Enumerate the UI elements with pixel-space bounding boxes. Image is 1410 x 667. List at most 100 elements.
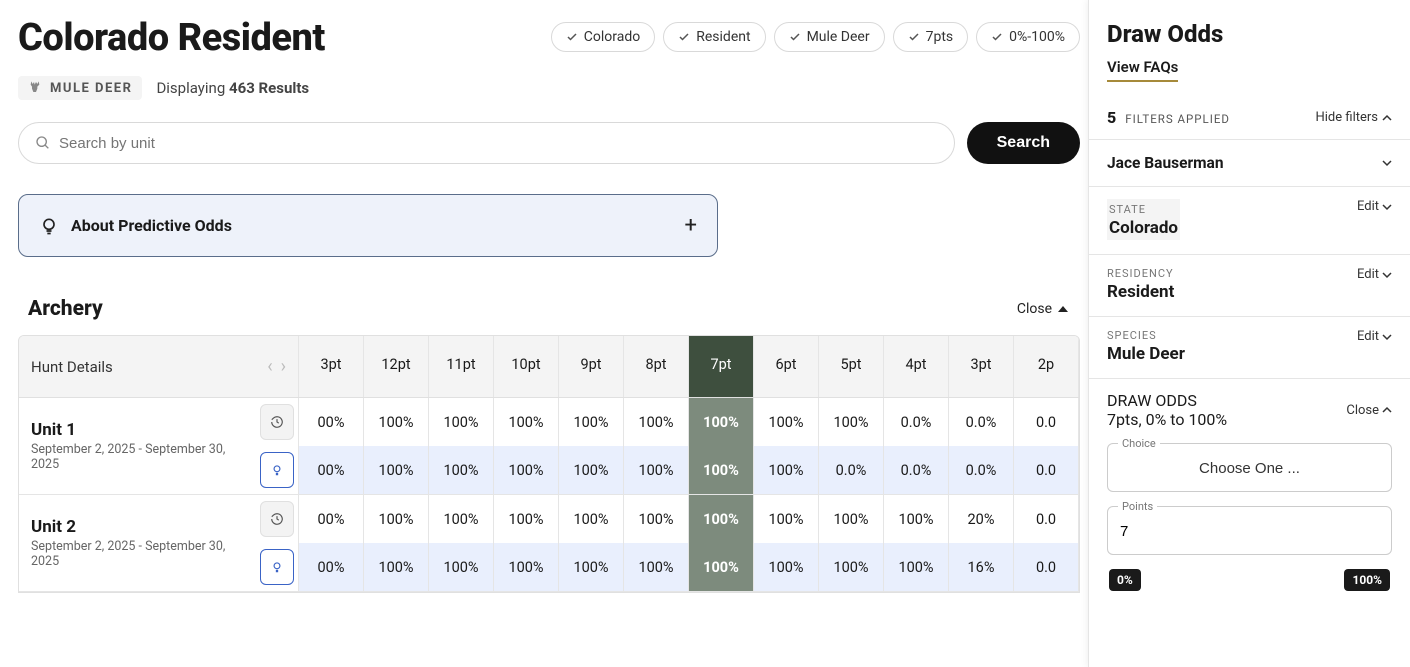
history-button[interactable]: [260, 404, 294, 440]
column-header[interactable]: 11pt: [429, 336, 494, 397]
column-header[interactable]: 9pt: [559, 336, 624, 397]
results-count: Displaying 463 Results: [156, 79, 309, 97]
predictive-button[interactable]: [260, 549, 294, 585]
filter-chips: Colorado Resident Mule Deer 7pts0%-100%: [551, 22, 1080, 52]
edit-species[interactable]: Edit: [1357, 329, 1392, 344]
chevron-up-icon: [1382, 113, 1392, 123]
odds-cell[interactable]: 100%: [819, 398, 884, 446]
prev-columns[interactable]: ‹: [267, 356, 272, 377]
column-header[interactable]: 4pt: [884, 336, 949, 397]
odds-cell[interactable]: 100%: [494, 398, 559, 446]
edit-state[interactable]: Edit: [1357, 199, 1392, 214]
odds-cell[interactable]: 0.0: [1014, 495, 1079, 543]
odds-cell[interactable]: 100%: [494, 543, 559, 591]
odds-cell[interactable]: 00%: [299, 398, 364, 446]
odds-cell[interactable]: 100%: [559, 398, 624, 446]
deer-icon: [28, 80, 44, 96]
column-header[interactable]: 6pt: [754, 336, 819, 397]
column-header[interactable]: 10pt: [494, 336, 559, 397]
odds-cell[interactable]: 100%: [494, 495, 559, 543]
odds-cell[interactable]: 100%: [624, 543, 689, 591]
odds-cell[interactable]: 100%: [364, 398, 429, 446]
points-input[interactable]: [1120, 523, 1379, 540]
odds-cell[interactable]: 16%: [949, 543, 1014, 591]
column-header[interactable]: 5pt: [819, 336, 884, 397]
odds-cell[interactable]: 100%: [884, 495, 949, 543]
odds-cell[interactable]: 0.0%: [884, 446, 949, 494]
odds-cell[interactable]: 100%: [689, 398, 754, 446]
bulb-icon: [270, 463, 284, 477]
odds-cell[interactable]: 100%: [429, 495, 494, 543]
odds-cell[interactable]: 100%: [754, 495, 819, 543]
next-columns[interactable]: ›: [281, 356, 286, 377]
odds-cell[interactable]: 100%: [689, 543, 754, 591]
choice-field[interactable]: Choice Choose One ...: [1107, 443, 1392, 492]
odds-cell[interactable]: 0.0%: [949, 398, 1014, 446]
unit-dates: September 2, 2025 - September 30, 2025: [31, 442, 244, 472]
odds-cell[interactable]: 0.0%: [884, 398, 949, 446]
odds-cell[interactable]: 100%: [819, 495, 884, 543]
odds-cell[interactable]: 100%: [884, 543, 949, 591]
odds-cell[interactable]: 0.0: [1014, 543, 1079, 591]
odds-cell[interactable]: 100%: [429, 398, 494, 446]
filter-chip[interactable]: Mule Deer: [774, 22, 885, 52]
close-draw-odds[interactable]: Close: [1346, 391, 1392, 429]
odds-cell[interactable]: 100%: [819, 543, 884, 591]
choice-select[interactable]: Choose One ...: [1120, 460, 1379, 477]
column-header[interactable]: 8pt: [624, 336, 689, 397]
search-button[interactable]: Search: [967, 122, 1080, 164]
column-header[interactable]: 12pt: [364, 336, 429, 397]
odds-cell[interactable]: 100%: [364, 446, 429, 494]
odds-cell[interactable]: 100%: [689, 446, 754, 494]
odds-cell[interactable]: 100%: [364, 495, 429, 543]
column-header[interactable]: 3pt: [299, 336, 364, 397]
species-label: SPECIES: [1107, 329, 1185, 342]
odds-cell[interactable]: 100%: [364, 543, 429, 591]
odds-cell[interactable]: 0.0%: [819, 446, 884, 494]
column-header[interactable]: 2p: [1014, 336, 1079, 397]
odds-cell[interactable]: 100%: [559, 543, 624, 591]
odds-cell[interactable]: 100%: [689, 495, 754, 543]
odds-cell[interactable]: 00%: [299, 495, 364, 543]
section-close-toggle[interactable]: Close: [1017, 301, 1068, 317]
odds-cell[interactable]: 0.0%: [949, 446, 1014, 494]
odds-cell[interactable]: 100%: [754, 446, 819, 494]
slider-max[interactable]: 100%: [1344, 569, 1390, 591]
column-header[interactable]: 7pt: [689, 336, 754, 397]
history-button[interactable]: [260, 501, 294, 537]
odds-cell[interactable]: 100%: [754, 398, 819, 446]
odds-cell[interactable]: 100%: [559, 495, 624, 543]
odds-cell[interactable]: 100%: [624, 446, 689, 494]
filter-chip[interactable]: 7pts: [893, 22, 969, 52]
view-faqs-link[interactable]: View FAQs: [1107, 58, 1178, 82]
odds-cell[interactable]: 00%: [299, 543, 364, 591]
check-icon: [991, 31, 1003, 43]
filter-chip[interactable]: 0%-100%: [976, 22, 1080, 52]
odds-cell[interactable]: 20%: [949, 495, 1014, 543]
page-title: Colorado Resident: [18, 16, 325, 60]
filter-chip[interactable]: Resident: [663, 22, 765, 52]
search-input-wrap[interactable]: [18, 122, 955, 164]
hide-filters-toggle[interactable]: Hide filters: [1315, 110, 1392, 125]
points-field[interactable]: Points: [1107, 506, 1392, 555]
odds-cell[interactable]: 0.0: [1014, 446, 1079, 494]
odds-cell[interactable]: 100%: [624, 398, 689, 446]
search-input[interactable]: [59, 135, 938, 152]
odds-cell[interactable]: 00%: [299, 446, 364, 494]
odds-cell[interactable]: 100%: [429, 543, 494, 591]
user-selector[interactable]: Jace Bauserman: [1089, 139, 1410, 187]
filters-applied: 5 FILTERS APPLIED: [1107, 108, 1230, 127]
sidebar-title: Draw Odds: [1107, 20, 1392, 48]
predictive-button[interactable]: [260, 452, 294, 488]
edit-residency[interactable]: Edit: [1357, 267, 1392, 282]
filter-chip[interactable]: Colorado: [551, 22, 655, 52]
about-predictive-odds[interactable]: About Predictive Odds +: [18, 194, 718, 257]
column-header[interactable]: 3pt: [949, 336, 1014, 397]
odds-cell[interactable]: 100%: [624, 495, 689, 543]
odds-cell[interactable]: 100%: [429, 446, 494, 494]
slider-min[interactable]: 0%: [1109, 569, 1141, 591]
odds-cell[interactable]: 0.0: [1014, 398, 1079, 446]
odds-cell[interactable]: 100%: [559, 446, 624, 494]
odds-cell[interactable]: 100%: [754, 543, 819, 591]
odds-cell[interactable]: 100%: [494, 446, 559, 494]
